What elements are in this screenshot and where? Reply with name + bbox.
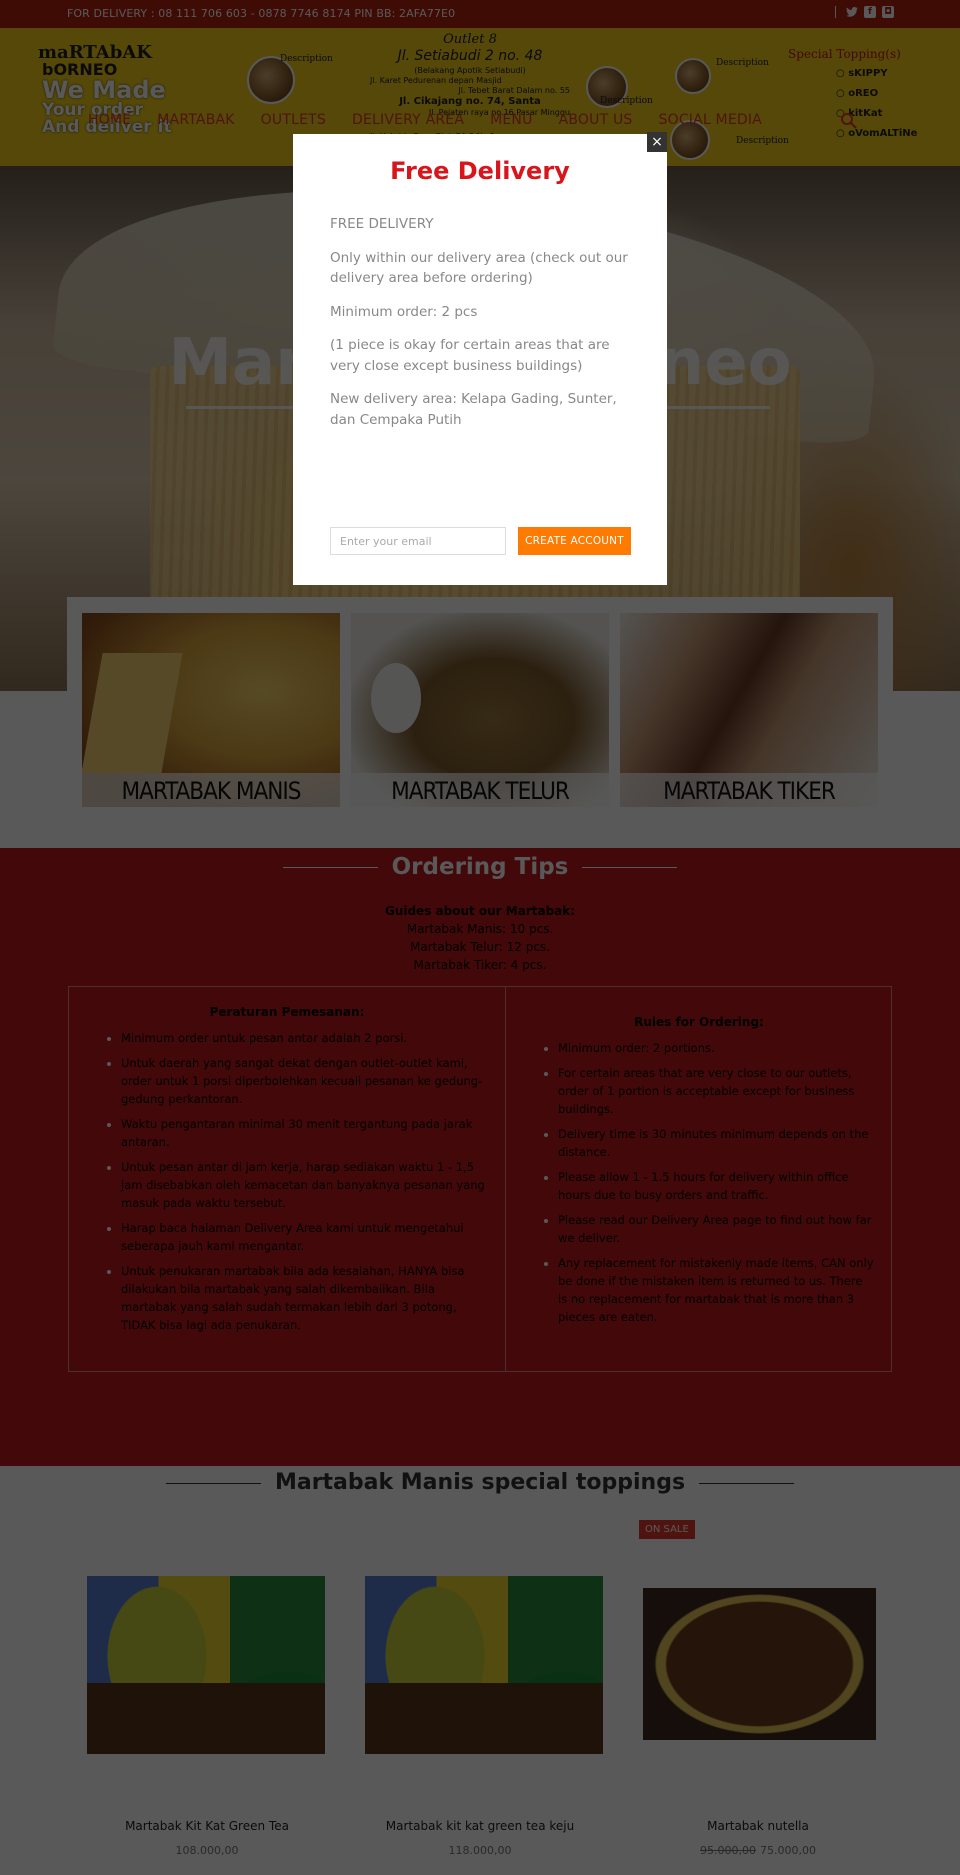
close-icon[interactable]: ×: [647, 132, 667, 152]
create-account-button[interactable]: CREATE ACCOUNT: [518, 527, 631, 555]
email-input[interactable]: [330, 527, 506, 555]
modal-body: FREE DELIVERY Only within our delivery a…: [330, 216, 628, 428]
modal-title: Free Delivery: [390, 157, 570, 185]
free-delivery-modal: × Free Delivery FREE DELIVERY Only withi…: [293, 132, 667, 585]
